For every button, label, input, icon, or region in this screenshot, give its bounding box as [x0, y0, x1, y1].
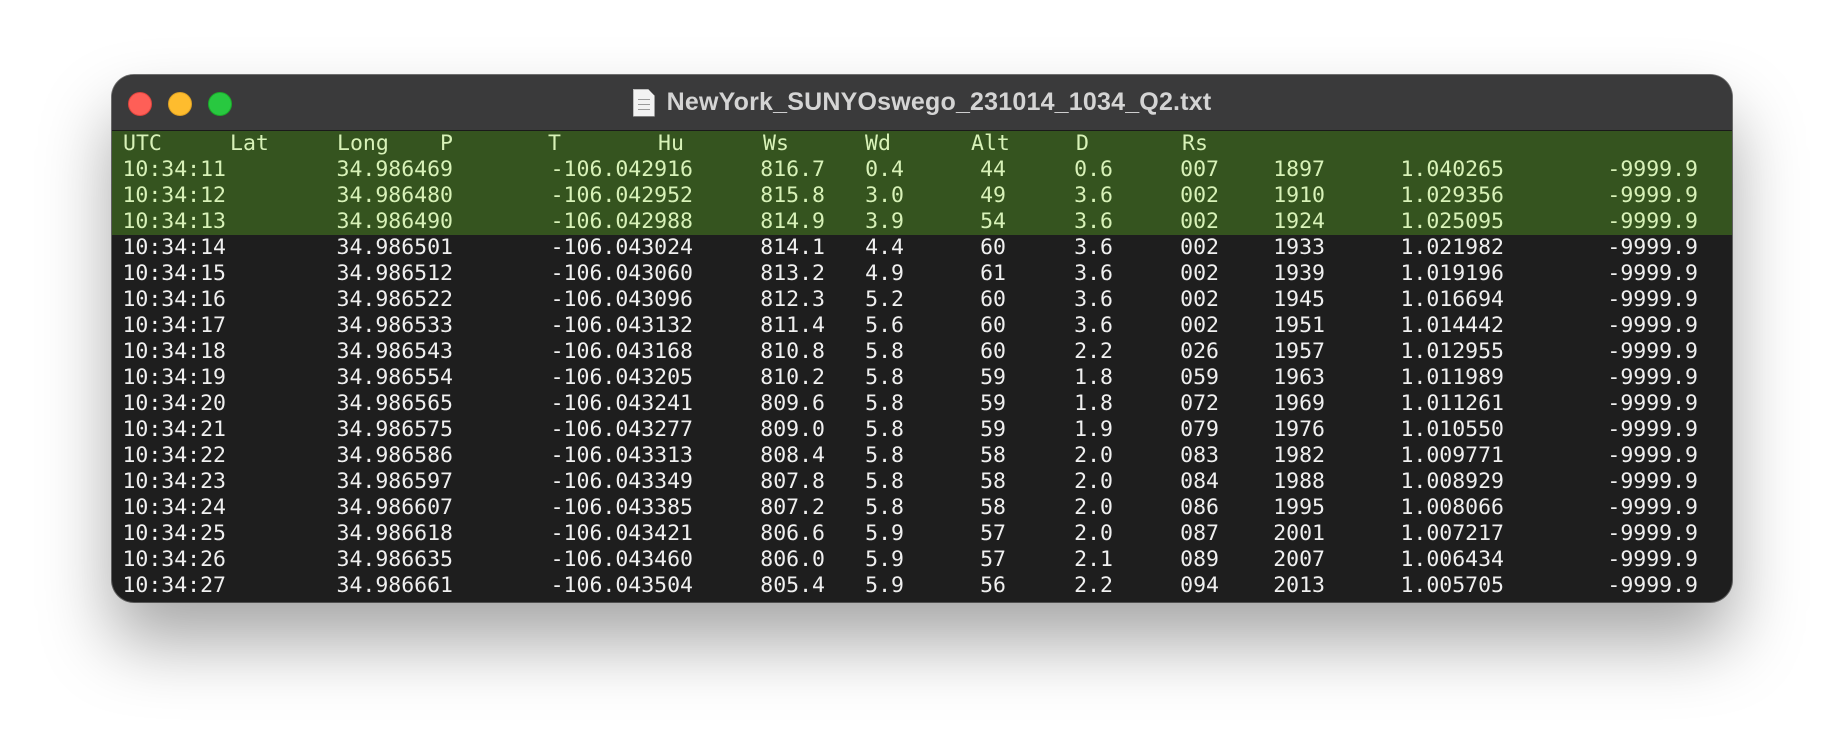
line-field: 10:34:17 — [122, 313, 226, 338]
line-field: 34.986618 — [336, 521, 454, 546]
line-field: 34.986490 — [336, 209, 454, 234]
text-line: 10:34:11 34.986469 -106.042916 816.7 0.4 44 0.… — [112, 157, 1732, 183]
line-field: 34.986512 — [336, 261, 454, 286]
text-line: 10:34:20 34.986565 -106.043241 809.6 5.8 59 1.… — [112, 391, 1732, 417]
line-field: -9999.9 — [1607, 547, 1698, 572]
line-field: -9999.9 — [1607, 157, 1698, 182]
text-line: 10:34:27 34.986661 -106.043504 805.4 5.9 56 2.… — [112, 573, 1732, 599]
line-field: 34.986575 — [336, 417, 454, 442]
text-content-area[interactable]: UTC Lat Long P T Hu Ws Wd Alt D Rs 10:34:11 34.98646… — [112, 131, 1732, 602]
line-field: -9999.9 — [1607, 209, 1698, 234]
text-line: 10:34:17 34.986533 -106.043132 811.4 5.6 60 3.… — [112, 313, 1732, 339]
line-field: 34.986565 — [336, 391, 454, 416]
text-line: 10:34:26 34.986635 -106.043460 806.0 5.9 57 2.… — [112, 547, 1732, 573]
line-field: 10:34:23 — [122, 469, 226, 494]
document-icon — [632, 88, 655, 117]
line-field: -9999.9 — [1607, 573, 1698, 598]
header-field: UTC — [123, 131, 162, 156]
line-field: 10:34:20 — [122, 391, 226, 416]
text-line: 10:34:21 34.986575 -106.043277 809.0 5.8 59 1.… — [112, 417, 1732, 443]
text-editor-window: NewYork_SUNYOswego_231014_1034_Q2.txt UT… — [112, 75, 1732, 602]
line-field: -9999.9 — [1607, 495, 1698, 520]
line-field: 10:34:22 — [122, 443, 226, 468]
line-field: 34.986635 — [336, 547, 454, 572]
line-field: 10:34:18 — [122, 339, 226, 364]
line-field: 34.986533 — [336, 313, 454, 338]
line-field: -9999.9 — [1607, 313, 1698, 338]
text-line: 10:34:19 34.986554 -106.043205 810.2 5.8 59 1.… — [112, 365, 1732, 391]
line-field: 10:34:12 — [122, 183, 226, 208]
text-line: 10:34:13 34.986490 -106.042988 814.9 3.9 54 3.… — [112, 209, 1732, 235]
header-field: P — [440, 131, 453, 156]
line-field: 34.986554 — [336, 365, 454, 390]
header-line: UTC Lat Long P T Hu Ws Wd Alt D Rs — [112, 131, 1732, 157]
title-bar[interactable]: NewYork_SUNYOswego_231014_1034_Q2.txt — [112, 75, 1732, 131]
line-field: 10:34:15 — [122, 261, 226, 286]
header-field: Wd — [865, 131, 891, 156]
line-field: -9999.9 — [1607, 443, 1698, 468]
line-field: 10:34:26 — [122, 547, 226, 572]
header-field: Hu — [658, 131, 684, 156]
line-field: 10:34:13 — [122, 209, 226, 234]
title-area: NewYork_SUNYOswego_231014_1034_Q2.txt — [112, 75, 1732, 130]
line-field: -9999.9 — [1607, 339, 1698, 364]
line-field: 34.986586 — [336, 443, 454, 468]
text-line: 10:34:14 34.986501 -106.043024 814.1 4.4 60 3.… — [112, 235, 1732, 261]
line-field: 10:34:27 — [122, 573, 226, 598]
line-field: 34.986597 — [336, 469, 454, 494]
line-field: -9999.9 — [1607, 365, 1698, 390]
line-field: -9999.9 — [1607, 261, 1698, 286]
line-field: 34.986469 — [336, 157, 454, 182]
line-field: 34.986480 — [336, 183, 454, 208]
text-line: 10:34:18 34.986543 -106.043168 810.8 5.8 60 2.… — [112, 339, 1732, 365]
text-line: 10:34:15 34.986512 -106.043060 813.2 4.9 61 3.… — [112, 261, 1732, 287]
line-field: 10:34:25 — [122, 521, 226, 546]
line-field: 10:34:24 — [122, 495, 226, 520]
line-field: 10:34:14 — [122, 235, 226, 260]
header-field: Lat — [230, 131, 269, 156]
header-field: Long — [337, 131, 389, 156]
text-line: 10:34:22 34.986586 -106.043313 808.4 5.8 58 2.… — [112, 443, 1732, 469]
text-line: 10:34:25 34.986618 -106.043421 806.6 5.9 57 2.… — [112, 521, 1732, 547]
line-field: 34.986607 — [336, 495, 454, 520]
header-field: Rs — [1182, 131, 1208, 156]
text-line: 10:34:16 34.986522 -106.043096 812.3 5.2 60 3.… — [112, 287, 1732, 313]
line-field: -9999.9 — [1607, 235, 1698, 260]
header-field: T — [548, 131, 561, 156]
line-field: 34.986522 — [336, 287, 454, 312]
line-field: 34.986501 — [336, 235, 454, 260]
header-field: D — [1076, 131, 1089, 156]
line-field: -9999.9 — [1607, 469, 1698, 494]
line-field: -9999.9 — [1607, 521, 1698, 546]
line-field: 34.986543 — [336, 339, 454, 364]
text-line: 10:34:23 34.986597 -106.043349 807.8 5.8 58 2.… — [112, 469, 1732, 495]
window-title: NewYork_SUNYOswego_231014_1034_Q2.txt — [666, 88, 1212, 116]
header-field: Ws — [763, 131, 789, 156]
line-field: -9999.9 — [1607, 417, 1698, 442]
line-field: 10:34:16 — [122, 287, 226, 312]
line-field: 10:34:21 — [122, 417, 226, 442]
line-field: -9999.9 — [1607, 183, 1698, 208]
line-field: 34.986661 — [336, 573, 454, 598]
line-field: -9999.9 — [1607, 287, 1698, 312]
line-field: 10:34:11 — [122, 157, 226, 182]
line-field: -9999.9 — [1607, 391, 1698, 416]
line-field: 10:34:19 — [122, 365, 226, 390]
text-line: 10:34:12 34.986480 -106.042952 815.8 3.0 49 3.… — [112, 183, 1732, 209]
header-field: Alt — [971, 131, 1010, 156]
text-line: 10:34:24 34.986607 -106.043385 807.2 5.8 58 2.… — [112, 495, 1732, 521]
